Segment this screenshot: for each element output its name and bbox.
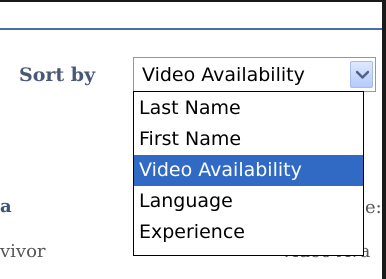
sort-select-dropdown-button[interactable] bbox=[350, 61, 373, 88]
background-row-text-fragment: vivor bbox=[0, 241, 46, 262]
sort-option-language[interactable]: Language bbox=[134, 186, 363, 217]
background-heading-fragment: a bbox=[0, 196, 12, 217]
sort-options-list[interactable]: Last Name First Name Video Availability … bbox=[133, 91, 364, 256]
sort-option-last-name[interactable]: Last Name bbox=[134, 93, 363, 124]
frame-right-border bbox=[382, 0, 386, 279]
background-field-label-fragment: e: bbox=[365, 197, 382, 218]
sort-option-first-name[interactable]: First Name bbox=[134, 124, 363, 155]
section-divider bbox=[0, 28, 386, 30]
sort-option-experience[interactable]: Experience bbox=[134, 217, 363, 248]
sort-option-video-availability[interactable]: Video Availability bbox=[134, 155, 363, 186]
sort-by-label: Sort by bbox=[19, 64, 96, 86]
sort-select-value: Video Availability bbox=[142, 64, 305, 86]
chevron-down-icon bbox=[356, 70, 369, 79]
frame-top-border bbox=[0, 0, 386, 2]
sort-select[interactable]: Video Availability bbox=[133, 57, 376, 92]
